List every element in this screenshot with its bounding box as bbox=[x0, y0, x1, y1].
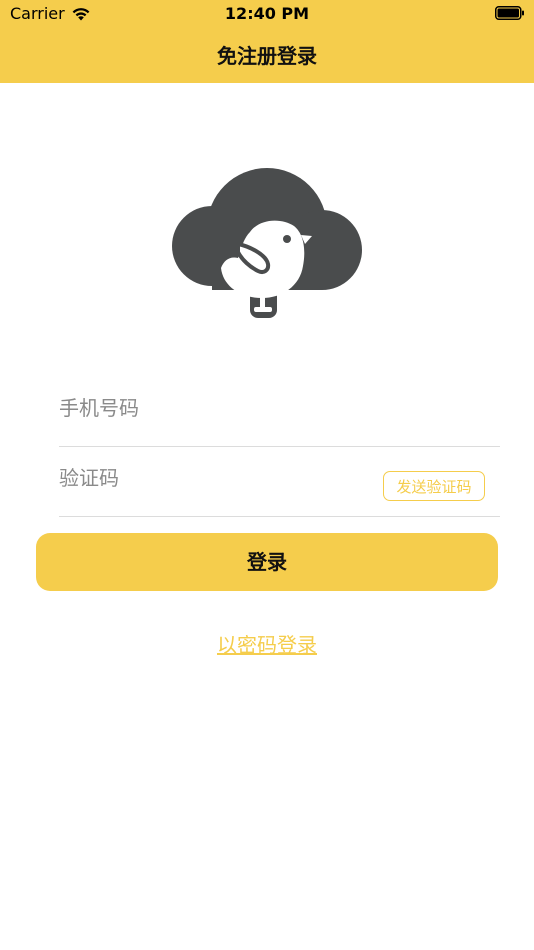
password-login-link[interactable]: 以密码登录 bbox=[0, 629, 534, 658]
verification-code-input[interactable] bbox=[59, 458, 359, 498]
send-code-button[interactable]: 发送验证码 bbox=[383, 471, 485, 501]
code-field: 发送验证码 bbox=[59, 446, 500, 517]
cloud-bird-logo-icon bbox=[172, 168, 362, 318]
login-screen: Carrier 12:40 PM 免注册登录 手机号码 验证码 发送验证码 登录… bbox=[0, 0, 534, 950]
login-button[interactable]: 登录 bbox=[36, 533, 498, 591]
status-bar: Carrier 12:40 PM bbox=[0, 0, 534, 28]
page-title: 免注册登录 bbox=[217, 44, 317, 68]
header-bar: Carrier 12:40 PM 免注册登录 bbox=[0, 0, 534, 83]
phone-input[interactable] bbox=[59, 388, 359, 428]
phone-field bbox=[59, 376, 500, 447]
battery-icon bbox=[495, 6, 524, 20]
status-time: 12:40 PM bbox=[224, 4, 310, 23]
